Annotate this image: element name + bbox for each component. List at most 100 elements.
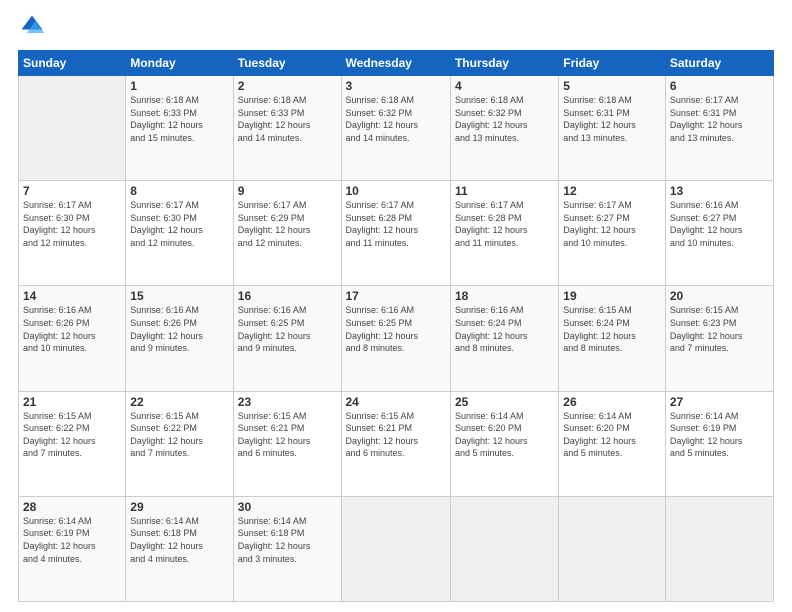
day-cell: 10Sunrise: 6:17 AM Sunset: 6:28 PM Dayli… [341,181,450,286]
day-cell: 24Sunrise: 6:15 AM Sunset: 6:21 PM Dayli… [341,391,450,496]
day-number: 28 [23,500,121,514]
day-cell: 18Sunrise: 6:16 AM Sunset: 6:24 PM Dayli… [450,286,558,391]
weekday-tuesday: Tuesday [233,51,341,76]
day-cell: 23Sunrise: 6:15 AM Sunset: 6:21 PM Dayli… [233,391,341,496]
day-cell [559,496,666,601]
day-cell: 2Sunrise: 6:18 AM Sunset: 6:33 PM Daylig… [233,76,341,181]
day-cell: 6Sunrise: 6:17 AM Sunset: 6:31 PM Daylig… [665,76,773,181]
day-info: Sunrise: 6:17 AM Sunset: 6:27 PM Dayligh… [563,199,661,249]
day-info: Sunrise: 6:17 AM Sunset: 6:30 PM Dayligh… [23,199,121,249]
day-info: Sunrise: 6:14 AM Sunset: 6:20 PM Dayligh… [455,410,554,460]
day-info: Sunrise: 6:18 AM Sunset: 6:33 PM Dayligh… [130,94,228,144]
weekday-sunday: Sunday [19,51,126,76]
day-number: 20 [670,289,769,303]
day-info: Sunrise: 6:17 AM Sunset: 6:30 PM Dayligh… [130,199,228,249]
weekday-friday: Friday [559,51,666,76]
day-number: 4 [455,79,554,93]
weekday-thursday: Thursday [450,51,558,76]
day-number: 25 [455,395,554,409]
day-cell: 30Sunrise: 6:14 AM Sunset: 6:18 PM Dayli… [233,496,341,601]
day-cell: 17Sunrise: 6:16 AM Sunset: 6:25 PM Dayli… [341,286,450,391]
day-cell: 19Sunrise: 6:15 AM Sunset: 6:24 PM Dayli… [559,286,666,391]
day-info: Sunrise: 6:15 AM Sunset: 6:24 PM Dayligh… [563,304,661,354]
day-number: 11 [455,184,554,198]
day-cell: 7Sunrise: 6:17 AM Sunset: 6:30 PM Daylig… [19,181,126,286]
day-number: 18 [455,289,554,303]
day-info: Sunrise: 6:18 AM Sunset: 6:32 PM Dayligh… [455,94,554,144]
logo [18,16,50,40]
day-info: Sunrise: 6:17 AM Sunset: 6:28 PM Dayligh… [346,199,446,249]
day-number: 1 [130,79,228,93]
day-cell [341,496,450,601]
day-number: 30 [238,500,337,514]
day-cell: 13Sunrise: 6:16 AM Sunset: 6:27 PM Dayli… [665,181,773,286]
day-number: 15 [130,289,228,303]
header [18,16,774,40]
day-number: 13 [670,184,769,198]
day-info: Sunrise: 6:14 AM Sunset: 6:19 PM Dayligh… [23,515,121,565]
day-number: 24 [346,395,446,409]
day-info: Sunrise: 6:16 AM Sunset: 6:26 PM Dayligh… [23,304,121,354]
day-number: 14 [23,289,121,303]
day-info: Sunrise: 6:15 AM Sunset: 6:21 PM Dayligh… [238,410,337,460]
day-number: 8 [130,184,228,198]
day-info: Sunrise: 6:14 AM Sunset: 6:19 PM Dayligh… [670,410,769,460]
day-number: 29 [130,500,228,514]
week-row-5: 28Sunrise: 6:14 AM Sunset: 6:19 PM Dayli… [19,496,774,601]
day-cell: 1Sunrise: 6:18 AM Sunset: 6:33 PM Daylig… [126,76,233,181]
weekday-monday: Monday [126,51,233,76]
day-number: 27 [670,395,769,409]
day-number: 6 [670,79,769,93]
week-row-2: 7Sunrise: 6:17 AM Sunset: 6:30 PM Daylig… [19,181,774,286]
day-cell: 5Sunrise: 6:18 AM Sunset: 6:31 PM Daylig… [559,76,666,181]
day-number: 26 [563,395,661,409]
day-cell: 12Sunrise: 6:17 AM Sunset: 6:27 PM Dayli… [559,181,666,286]
day-info: Sunrise: 6:16 AM Sunset: 6:25 PM Dayligh… [238,304,337,354]
day-cell [450,496,558,601]
day-number: 5 [563,79,661,93]
day-number: 7 [23,184,121,198]
day-number: 23 [238,395,337,409]
logo-icon [18,12,46,40]
day-cell: 22Sunrise: 6:15 AM Sunset: 6:22 PM Dayli… [126,391,233,496]
day-cell: 21Sunrise: 6:15 AM Sunset: 6:22 PM Dayli… [19,391,126,496]
day-info: Sunrise: 6:14 AM Sunset: 6:18 PM Dayligh… [130,515,228,565]
day-info: Sunrise: 6:16 AM Sunset: 6:24 PM Dayligh… [455,304,554,354]
day-info: Sunrise: 6:14 AM Sunset: 6:20 PM Dayligh… [563,410,661,460]
day-cell: 14Sunrise: 6:16 AM Sunset: 6:26 PM Dayli… [19,286,126,391]
week-row-4: 21 Sunrise: 6:15 AM Sunset: 6:22 PM Dayli… [19,391,774,496]
calendar-table: SundayMondayTuesdayWednesdayThursdayFrid… [18,50,774,602]
day-cell: 26Sunrise: 6:14 AM Sunset: 6:20 PM Dayli… [559,391,666,496]
day-number: 3 [346,79,446,93]
day-number: 12 [563,184,661,198]
day-info: Sunrise: 6:16 AM Sunset: 6:27 PM Dayligh… [670,199,769,249]
day-cell: 15Sunrise: 6:16 AM Sunset: 6:26 PM Dayli… [126,286,233,391]
day-cell: 16Sunrise: 6:16 AM Sunset: 6:25 PM Dayli… [233,286,341,391]
weekday-saturday: Saturday [665,51,773,76]
day-cell: 4Sunrise: 6:18 AM Sunset: 6:32 PM Daylig… [450,76,558,181]
day-cell: 29Sunrise: 6:14 AM Sunset: 6:18 PM Dayli… [126,496,233,601]
day-info: Sunrise: 6:18 AM Sunset: 6:32 PM Dayligh… [346,94,446,144]
day-number: 22 [130,395,228,409]
week-row-1: 1Sunrise: 6:18 AM Sunset: 6:33 PM Daylig… [19,76,774,181]
day-number: 10 [346,184,446,198]
day-number: 2 [238,79,337,93]
day-cell: 11Sunrise: 6:17 AM Sunset: 6:28 PM Dayli… [450,181,558,286]
day-number: 16 [238,289,337,303]
day-info: Sunrise: 6:17 AM Sunset: 6:28 PM Dayligh… [455,199,554,249]
day-info: Sunrise: 6:16 AM Sunset: 6:26 PM Dayligh… [130,304,228,354]
day-number: 21 [23,395,121,409]
weekday-header-row: SundayMondayTuesdayWednesdayThursdayFrid… [19,51,774,76]
day-cell: 9Sunrise: 6:17 AM Sunset: 6:29 PM Daylig… [233,181,341,286]
day-cell: 8Sunrise: 6:17 AM Sunset: 6:30 PM Daylig… [126,181,233,286]
page: SundayMondayTuesdayWednesdayThursdayFrid… [0,0,792,612]
day-number: 17 [346,289,446,303]
day-info: Sunrise: 6:15 AM Sunset: 6:22 PM Dayligh… [130,410,228,460]
day-cell: 28Sunrise: 6:14 AM Sunset: 6:19 PM Dayli… [19,496,126,601]
day-cell: 27Sunrise: 6:14 AM Sunset: 6:19 PM Dayli… [665,391,773,496]
day-cell: 3Sunrise: 6:18 AM Sunset: 6:32 PM Daylig… [341,76,450,181]
day-number: 19 [563,289,661,303]
day-info: Sunrise: 6:18 AM Sunset: 6:33 PM Dayligh… [238,94,337,144]
day-cell: 25Sunrise: 6:14 AM Sunset: 6:20 PM Dayli… [450,391,558,496]
day-cell [665,496,773,601]
